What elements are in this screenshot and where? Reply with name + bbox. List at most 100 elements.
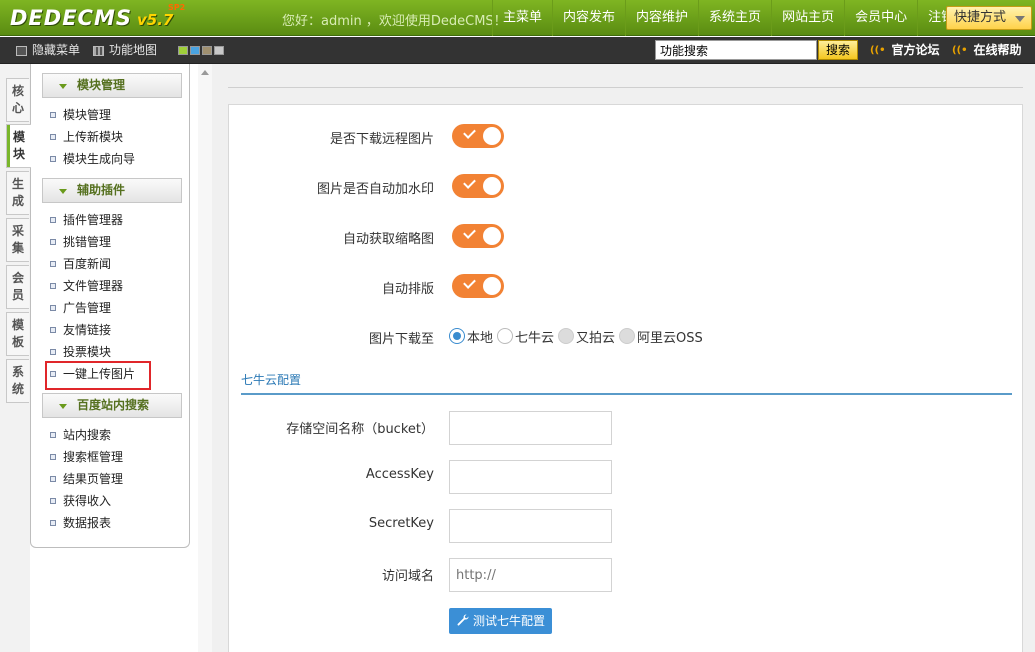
menu-item-error-manage[interactable]: 挑错管理 [50,232,111,252]
menu-item-baidu-news[interactable]: 百度新闻 [50,254,111,274]
logo-version: v5.7 [137,11,174,29]
menu-item-searchbox-manage[interactable]: 搜索框管理 [50,447,123,467]
menu-group-baidu-search[interactable]: 百度站内搜索 [42,393,182,418]
accesskey-input[interactable] [449,460,612,494]
menu-item-module-manage[interactable]: 模块管理 [50,105,111,125]
chevron-down-icon [59,189,67,194]
skin-brown-button[interactable] [202,46,212,55]
nav-site-home[interactable]: 网站主页 [771,0,844,36]
watermark-toggle[interactable] [452,174,504,198]
menu-item-label: 插件管理器 [63,213,124,227]
chevron-down-icon [1015,16,1025,22]
menu-item-label: 获得收入 [63,494,112,508]
bullet-icon [50,283,56,289]
radio-upyun[interactable]: 又拍云 [558,327,615,346]
secretkey-input[interactable] [449,509,612,543]
tab-module-label: 模块 [13,130,26,161]
divider [228,87,1023,88]
settings-panel: 是否下载远程图片 图片是否自动加水印 自动获取缩略图 自动排版 图片下载至 本地… [228,104,1023,652]
menu-item-data-report[interactable]: 数据报表 [50,513,111,533]
menu-group-plugins[interactable]: 辅助插件 [42,178,182,203]
quick-access-dropdown[interactable]: 快捷方式 [946,6,1032,30]
toggle-knob [483,227,501,245]
bullet-icon [50,498,56,504]
skin-blue-button[interactable] [190,46,200,55]
menu-item-friend-links[interactable]: 友情链接 [50,320,111,340]
nav-content-publish[interactable]: 内容发布 [552,0,625,36]
tab-template[interactable]: 模板 [6,312,29,356]
menu-item-file-manager[interactable]: 文件管理器 [50,276,123,296]
toggle-knob [483,127,501,145]
menu-item-label: 结果页管理 [63,472,124,486]
menu-item-site-search[interactable]: 站内搜索 [50,425,111,445]
domain-input[interactable] [449,558,612,592]
radio-qiniu[interactable]: 七牛云 [497,327,554,346]
bullet-icon [50,305,56,311]
auto-layout-toggle[interactable] [452,274,504,298]
bucket-input[interactable] [449,411,612,445]
menu-group-module-manage[interactable]: 模块管理 [42,73,182,98]
tab-collect[interactable]: 采集 [6,218,29,262]
menu-item-label: 投票模块 [63,345,112,359]
menu-item-plugin-manager[interactable]: 插件管理器 [50,210,123,230]
menu-item-module-wizard[interactable]: 模块生成向导 [50,149,135,169]
check-icon [463,126,476,139]
menu-item-upload-module[interactable]: 上传新模块 [50,127,123,147]
bullet-icon [50,217,56,223]
top-header: DEDECMS v5.7 SP2 您好：admin ，欢迎使用DedeCMS！ … [0,0,1035,36]
bucket-label: 存储空间名称（bucket） [286,422,434,437]
radio-circle [497,328,514,344]
menu-item-ad-manage[interactable]: 广告管理 [50,298,111,318]
radio-label: 又拍云 [576,330,616,346]
test-qiniu-button[interactable]: 测试七牛配置 [449,608,552,634]
top-nav: 主菜单 内容发布 内容维护 系统主页 网站主页 会员中心 注销 [492,0,964,36]
nav-content-maintain[interactable]: 内容维护 [625,0,698,36]
tab-core-label: 核心 [12,84,25,115]
bullet-icon [50,476,56,482]
function-map-button[interactable]: 功能地图 [93,37,157,64]
dedecms-logo[interactable]: DEDECMS v5.7 SP2 [10,3,185,31]
online-help-link[interactable]: ((• 在线帮助 [952,37,1022,64]
tab-generate[interactable]: 生成 [6,171,29,215]
search-button[interactable]: 搜索 [818,40,858,60]
tab-system-label: 系统 [12,365,25,396]
function-map-label: 功能地图 [109,43,158,57]
hide-menu-label: 隐藏菜单 [32,43,81,57]
menu-item-label: 挑错管理 [63,235,112,249]
menu-scrollbar[interactable] [198,64,212,652]
skin-green-button[interactable] [178,46,188,55]
tab-system[interactable]: 系统 [6,359,29,403]
download-target-radio-group: 本地 七牛云 又拍云 阿里云OSS [449,326,707,346]
nav-member-center[interactable]: 会员中心 [844,0,917,36]
menu-item-vote-module[interactable]: 投票模块 [50,342,111,362]
menu-item-earnings[interactable]: 获得收入 [50,491,111,511]
official-forum-link[interactable]: ((• 官方论坛 [870,37,940,64]
menu-item-label: 模块管理 [63,108,112,122]
toggle-knob [483,277,501,295]
menu-item-label: 文件管理器 [63,279,124,293]
scroll-up-arrow-icon[interactable] [201,70,209,75]
accesskey-label: AccessKey [365,467,434,482]
function-search-input[interactable] [655,40,817,60]
download-remote-toggle[interactable] [452,124,504,148]
radio-label: 阿里云OSS [637,330,703,346]
online-help-label: 在线帮助 [973,43,1022,57]
hide-menu-button[interactable]: 隐藏菜单 [16,37,80,64]
radio-circle [558,328,575,344]
radio-local[interactable]: 本地 [449,327,493,346]
download-to-label: 图片下载至 [368,332,434,347]
menu-item-label: 百度新闻 [63,257,112,271]
menu-item-result-page-manage[interactable]: 结果页管理 [50,469,123,489]
radio-label: 本地 [467,330,494,346]
watermark-label: 图片是否自动加水印 [316,182,434,197]
nav-main-menu[interactable]: 主菜单 [492,0,552,36]
nav-system-home[interactable]: 系统主页 [698,0,771,36]
menu-item-label: 站内搜索 [63,428,112,442]
tab-module[interactable]: 模块 [6,124,31,168]
thumbnail-toggle[interactable] [452,224,504,248]
tab-core[interactable]: 核心 [6,78,29,122]
section-divider [241,393,1012,395]
skin-gray-button[interactable] [214,46,224,55]
radio-aliyun-oss[interactable]: 阿里云OSS [619,327,703,346]
tab-member[interactable]: 会员 [6,265,29,309]
